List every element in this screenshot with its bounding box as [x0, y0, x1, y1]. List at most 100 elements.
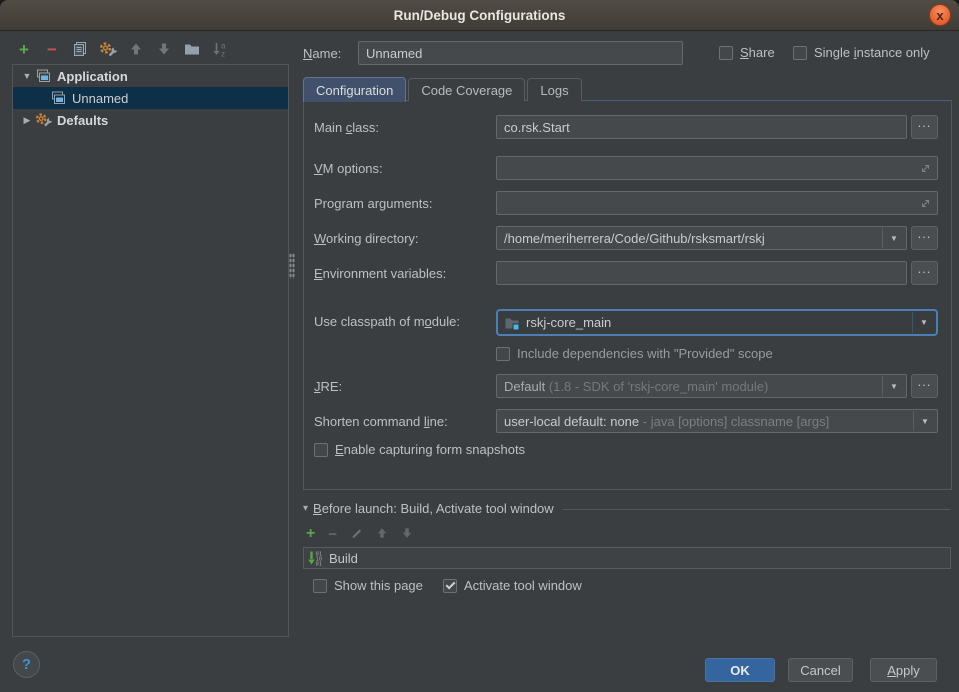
- tab-code-coverage[interactable]: Code Coverage: [408, 78, 525, 101]
- tree-item-label: Application: [57, 69, 128, 84]
- move-task-up-icon[interactable]: [376, 527, 388, 542]
- shorten-command-line-label: Shorten command line:: [314, 414, 448, 429]
- name-input[interactable]: Unnamed: [358, 41, 683, 65]
- before-launch-task-build[interactable]: 011001 Build: [303, 547, 951, 569]
- cancel-button[interactable]: Cancel: [788, 658, 853, 682]
- task-label: Build: [329, 551, 358, 566]
- show-this-page-label: Show this page: [334, 578, 423, 593]
- chevron-collapsed-icon[interactable]: ▶: [19, 115, 35, 126]
- application-icon: [35, 68, 53, 84]
- edit-defaults-icon[interactable]: [98, 39, 118, 59]
- tab-bar: Configuration Code Coverage Logs: [303, 77, 584, 101]
- activate-tool-window-checkbox-group[interactable]: Activate tool window: [443, 578, 582, 593]
- tree-item-unnamed[interactable]: Unnamed: [13, 87, 288, 109]
- activate-tool-window-label: Activate tool window: [464, 578, 582, 593]
- remove-icon[interactable]: −: [42, 39, 62, 59]
- tab-configuration[interactable]: Configuration: [303, 77, 406, 102]
- create-folder-icon[interactable]: [182, 39, 202, 59]
- svg-text:z: z: [221, 50, 225, 58]
- application-icon: [50, 90, 68, 106]
- program-arguments-label: Program arguments:: [314, 196, 433, 211]
- move-down-icon[interactable]: [154, 39, 174, 59]
- copy-icon[interactable]: [70, 39, 90, 59]
- add-task-icon[interactable]: +: [306, 526, 315, 542]
- environment-variables-label: Environment variables:: [314, 266, 446, 281]
- ellipsis-icon: ...: [918, 116, 932, 130]
- move-up-icon[interactable]: [126, 39, 146, 59]
- splitter-handle[interactable]: [289, 253, 295, 279]
- chevron-down-icon[interactable]: ▼: [912, 312, 935, 333]
- working-directory-browse-button[interactable]: ...: [911, 226, 938, 250]
- expand-field-icon[interactable]: [919, 162, 932, 178]
- sort-alphabetically-icon[interactable]: az: [210, 39, 230, 59]
- section-separator: [563, 509, 950, 510]
- activate-tool-window-checkbox[interactable]: [443, 579, 457, 593]
- include-dependencies-checkbox-group[interactable]: Include dependencies with "Provided" sco…: [496, 346, 773, 361]
- configurations-toolbar: + − az: [14, 38, 230, 60]
- environment-variables-input[interactable]: [496, 261, 907, 285]
- build-icon: 011001: [308, 550, 324, 566]
- single-instance-checkbox-group[interactable]: Single instance only: [793, 45, 930, 60]
- single-instance-checkbox[interactable]: [793, 46, 807, 60]
- show-this-page-checkbox[interactable]: [313, 579, 327, 593]
- before-launch-title: Before launch: Build, Activate tool wind…: [313, 501, 554, 516]
- main-class-label: Main class:: [314, 120, 379, 135]
- ok-button[interactable]: OK: [705, 658, 775, 682]
- chevron-down-icon[interactable]: ▼: [882, 228, 905, 248]
- configurations-tree: ▼ Application Unnamed ▶ Defaults: [12, 64, 289, 637]
- show-this-page-checkbox-group[interactable]: Show this page: [313, 578, 423, 593]
- titlebar[interactable]: Run/Debug Configurations x: [0, 0, 959, 31]
- chevron-down-icon[interactable]: ▼: [882, 376, 905, 396]
- svg-text:01: 01: [316, 562, 323, 567]
- vm-options-input[interactable]: [496, 156, 938, 180]
- tree-item-defaults[interactable]: ▶ Defaults: [13, 109, 288, 131]
- run-debug-configurations-dialog: Run/Debug Configurations x + − az ▼: [0, 0, 959, 692]
- use-classpath-combobox[interactable]: rskj-core_main ▼: [496, 309, 938, 336]
- working-directory-combobox[interactable]: /home/meriherrera/Code/Github/rsksmart/r…: [496, 226, 907, 250]
- chevron-down-icon[interactable]: ▼: [913, 411, 936, 431]
- apply-button[interactable]: Apply: [870, 658, 937, 682]
- ellipsis-icon: ...: [918, 262, 932, 276]
- configuration-tab-panel: Main class: co.rsk.Start ... VM options:…: [303, 100, 952, 490]
- before-launch-toolbar: + −: [306, 525, 413, 543]
- defaults-icon: [35, 112, 53, 128]
- remove-task-icon[interactable]: −: [328, 527, 337, 542]
- before-launch-section-header[interactable]: ▾ Before launch: Build, Activate tool wi…: [303, 501, 950, 516]
- enable-capturing-checkbox-group[interactable]: Enable capturing form snapshots: [314, 442, 525, 457]
- tree-item-application[interactable]: ▼ Application: [13, 65, 288, 87]
- program-arguments-input[interactable]: [496, 191, 938, 215]
- window-title: Run/Debug Configurations: [394, 8, 566, 23]
- jre-label: JRE:: [314, 379, 342, 394]
- jre-combobox[interactable]: Default (1.8 - SDK of 'rskj-core_main' m…: [496, 374, 907, 398]
- single-instance-label: Single instance only: [814, 45, 930, 60]
- chevron-expanded-icon[interactable]: ▼: [19, 71, 35, 81]
- tree-item-label: Defaults: [57, 113, 108, 128]
- shorten-command-line-combobox[interactable]: user-local default: none - java [options…: [496, 409, 938, 433]
- main-class-input[interactable]: co.rsk.Start: [496, 115, 907, 139]
- add-icon[interactable]: +: [14, 39, 34, 59]
- enable-capturing-checkbox[interactable]: [314, 443, 328, 457]
- tab-logs[interactable]: Logs: [527, 78, 581, 101]
- main-class-browse-button[interactable]: ...: [911, 115, 938, 139]
- working-directory-label: Working directory:: [314, 231, 419, 246]
- help-button[interactable]: ?: [13, 651, 40, 678]
- share-label: Share: [740, 45, 775, 60]
- share-checkbox[interactable]: [719, 46, 733, 60]
- jre-browse-button[interactable]: ...: [911, 374, 938, 398]
- expand-field-icon[interactable]: [919, 197, 932, 213]
- include-dependencies-checkbox[interactable]: [496, 347, 510, 361]
- tree-item-label: Unnamed: [72, 91, 128, 106]
- name-label: Name:: [303, 46, 341, 61]
- enable-capturing-label: Enable capturing form snapshots: [335, 442, 525, 457]
- share-checkbox-group[interactable]: Share: [719, 45, 775, 60]
- ellipsis-icon: ...: [918, 375, 932, 389]
- use-classpath-label: Use classpath of module:: [314, 314, 460, 329]
- ellipsis-icon: ...: [918, 227, 932, 241]
- environment-variables-browse-button[interactable]: ...: [911, 261, 938, 285]
- vm-options-label: VM options:: [314, 161, 383, 176]
- edit-task-icon[interactable]: [350, 526, 363, 542]
- module-icon: [504, 315, 520, 331]
- close-icon[interactable]: x: [929, 4, 951, 26]
- section-collapse-icon[interactable]: ▾: [303, 503, 308, 514]
- move-task-down-icon[interactable]: [401, 527, 413, 542]
